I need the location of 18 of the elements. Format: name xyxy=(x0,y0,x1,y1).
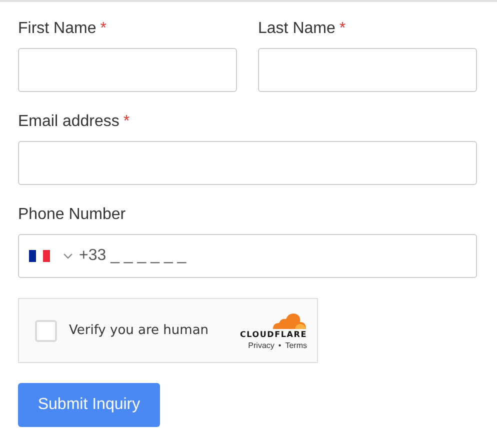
required-mark: * xyxy=(339,19,346,39)
field-label: First Name xyxy=(18,19,96,39)
caret-icon[interactable] xyxy=(63,253,73,259)
text-field[interactable] xyxy=(258,48,477,92)
phone-field[interactable]: +33 _ _ _ _ _ _ xyxy=(18,234,477,278)
text-field[interactable] xyxy=(18,141,477,185)
captcha-checkbox[interactable] xyxy=(35,320,57,342)
captcha-label: Verify you are human xyxy=(69,323,210,338)
link-separator: • xyxy=(278,340,282,350)
field-label: Email address xyxy=(18,112,120,132)
text-field[interactable] xyxy=(18,48,237,92)
field-label: Phone Number xyxy=(18,205,126,225)
terms-link[interactable]: Terms xyxy=(285,340,307,350)
field-label: Last Name xyxy=(258,19,336,39)
privacy-link[interactable]: Privacy xyxy=(248,340,274,350)
required-mark: * xyxy=(123,112,130,132)
required-mark: * xyxy=(100,19,106,39)
brand-name: CLOUDFLARE xyxy=(240,330,307,338)
